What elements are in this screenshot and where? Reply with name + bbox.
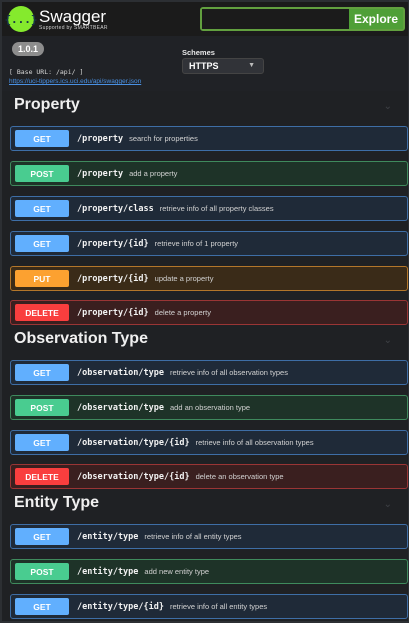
operation-summary: retrieve info of all entity types <box>170 602 268 611</box>
api-info: 1.0.1 [ Base URL: /api/ ] https://uci-ti… <box>2 36 408 91</box>
spec-link[interactable]: https://uci-tippers.ics.uci.edu/api/swag… <box>9 78 141 85</box>
method-badge: PUT <box>15 270 69 287</box>
method-badge: GET <box>15 434 69 451</box>
spec-url-input[interactable] <box>202 9 349 29</box>
section-title[interactable]: Observation Type <box>14 330 148 348</box>
schemes-label: Schemes <box>182 48 215 57</box>
operation-path: /property/{id} <box>77 307 149 318</box>
logo-subtitle: Supported by SMARTBEAR <box>39 24 108 31</box>
operation-path: /observation/type/{id} <box>77 471 190 482</box>
operation-summary: retrieve info of all observation types <box>195 438 314 447</box>
operation-summary: delete an observation type <box>195 472 284 481</box>
operation-path: /observation/type/{id} <box>77 437 190 448</box>
operation-summary: delete a property <box>154 308 211 317</box>
operation-row[interactable]: PUT/property/{id} update a property <box>10 266 408 291</box>
operation-row[interactable]: POST/observation/type add an observation … <box>10 395 408 420</box>
operation-row[interactable]: DELETE/property/{id} delete a property <box>10 300 408 325</box>
operation-summary: search for properties <box>129 134 198 143</box>
operation-path: /property/{id} <box>77 273 149 284</box>
operation-row[interactable]: DELETE/observation/type/{id} delete an ob… <box>10 464 408 489</box>
method-badge: GET <box>15 364 69 381</box>
operation-path: /property <box>77 168 124 179</box>
method-badge: POST <box>15 165 69 182</box>
operation-summary: add new entity type <box>144 567 210 576</box>
operation-summary: retrieve info of all property classes <box>159 204 274 213</box>
chevron-down-icon[interactable]: ⌄ <box>384 335 392 346</box>
explore-button[interactable]: Explore <box>349 9 403 29</box>
operation-summary: retrieve info of 1 property <box>154 239 239 248</box>
method-badge: GET <box>15 235 69 252</box>
method-badge: GET <box>15 528 69 545</box>
swagger-ui: {...} Swagger Supported by SMARTBEAR Exp… <box>2 2 408 621</box>
operation-summary: add an observation type <box>170 403 251 412</box>
operation-path: /entity/type/{id} <box>77 601 164 612</box>
operation-summary: retrieve info of all observation types <box>170 368 288 377</box>
operation-row[interactable]: GET/property search for properties <box>10 126 408 151</box>
schemes-select[interactable]: HTTPS ▼ <box>182 58 264 74</box>
method-badge: DELETE <box>15 468 69 485</box>
method-badge: POST <box>15 563 69 580</box>
section-title[interactable]: Property <box>14 96 80 114</box>
method-badge: DELETE <box>15 304 69 321</box>
operation-path: /property <box>77 133 124 144</box>
operation-path: /property/class <box>77 203 154 214</box>
section-title[interactable]: Entity Type <box>14 494 99 512</box>
operation-row[interactable]: POST/entity/type add new entity type <box>10 559 408 584</box>
explore-form: Explore <box>200 7 405 31</box>
base-url: [ Base URL: /api/ ] <box>9 68 84 76</box>
method-badge: GET <box>15 200 69 217</box>
operation-path: /property/{id} <box>77 238 149 249</box>
topbar: {...} Swagger Supported by SMARTBEAR Exp… <box>2 2 408 36</box>
method-badge: GET <box>15 130 69 147</box>
operation-path: /observation/type <box>77 402 164 413</box>
operation-row[interactable]: POST/property add a property <box>10 161 408 186</box>
operation-summary: update a property <box>154 274 214 283</box>
chevron-down-icon[interactable]: ⌄ <box>384 499 392 510</box>
operation-row[interactable]: GET/entity/type/{id} retrieve info of all… <box>10 594 408 619</box>
operation-row[interactable]: GET/observation/type/{id} retrieve info o… <box>10 430 408 455</box>
operation-summary: add a property <box>129 169 178 178</box>
operation-path: /entity/type <box>77 566 139 577</box>
swagger-logo-icon: {...} <box>4 6 38 32</box>
operation-row[interactable]: GET/property/{id} retrieve info of 1 prop… <box>10 231 408 256</box>
swagger-logo[interactable]: {...} Swagger Supported by SMARTBEAR <box>4 6 108 32</box>
schemes-selected: HTTPS <box>189 61 219 71</box>
method-badge: POST <box>15 399 69 416</box>
logo-title: Swagger <box>39 6 107 26</box>
chevron-down-icon: ▼ <box>248 62 255 69</box>
operation-row[interactable]: GET/property/class retrieve info of all p… <box>10 196 408 221</box>
operation-row[interactable]: GET/observation/type retrieve info of all… <box>10 360 408 385</box>
method-badge: GET <box>15 598 69 615</box>
operation-row[interactable]: GET/entity/type retrieve info of all enti… <box>10 524 408 549</box>
operation-path: /observation/type <box>77 367 164 378</box>
operation-summary: retrieve info of all entity types <box>144 532 242 541</box>
version-badge: 1.0.1 <box>12 42 45 56</box>
operation-path: /entity/type <box>77 531 139 542</box>
chevron-down-icon[interactable]: ⌄ <box>384 101 392 112</box>
